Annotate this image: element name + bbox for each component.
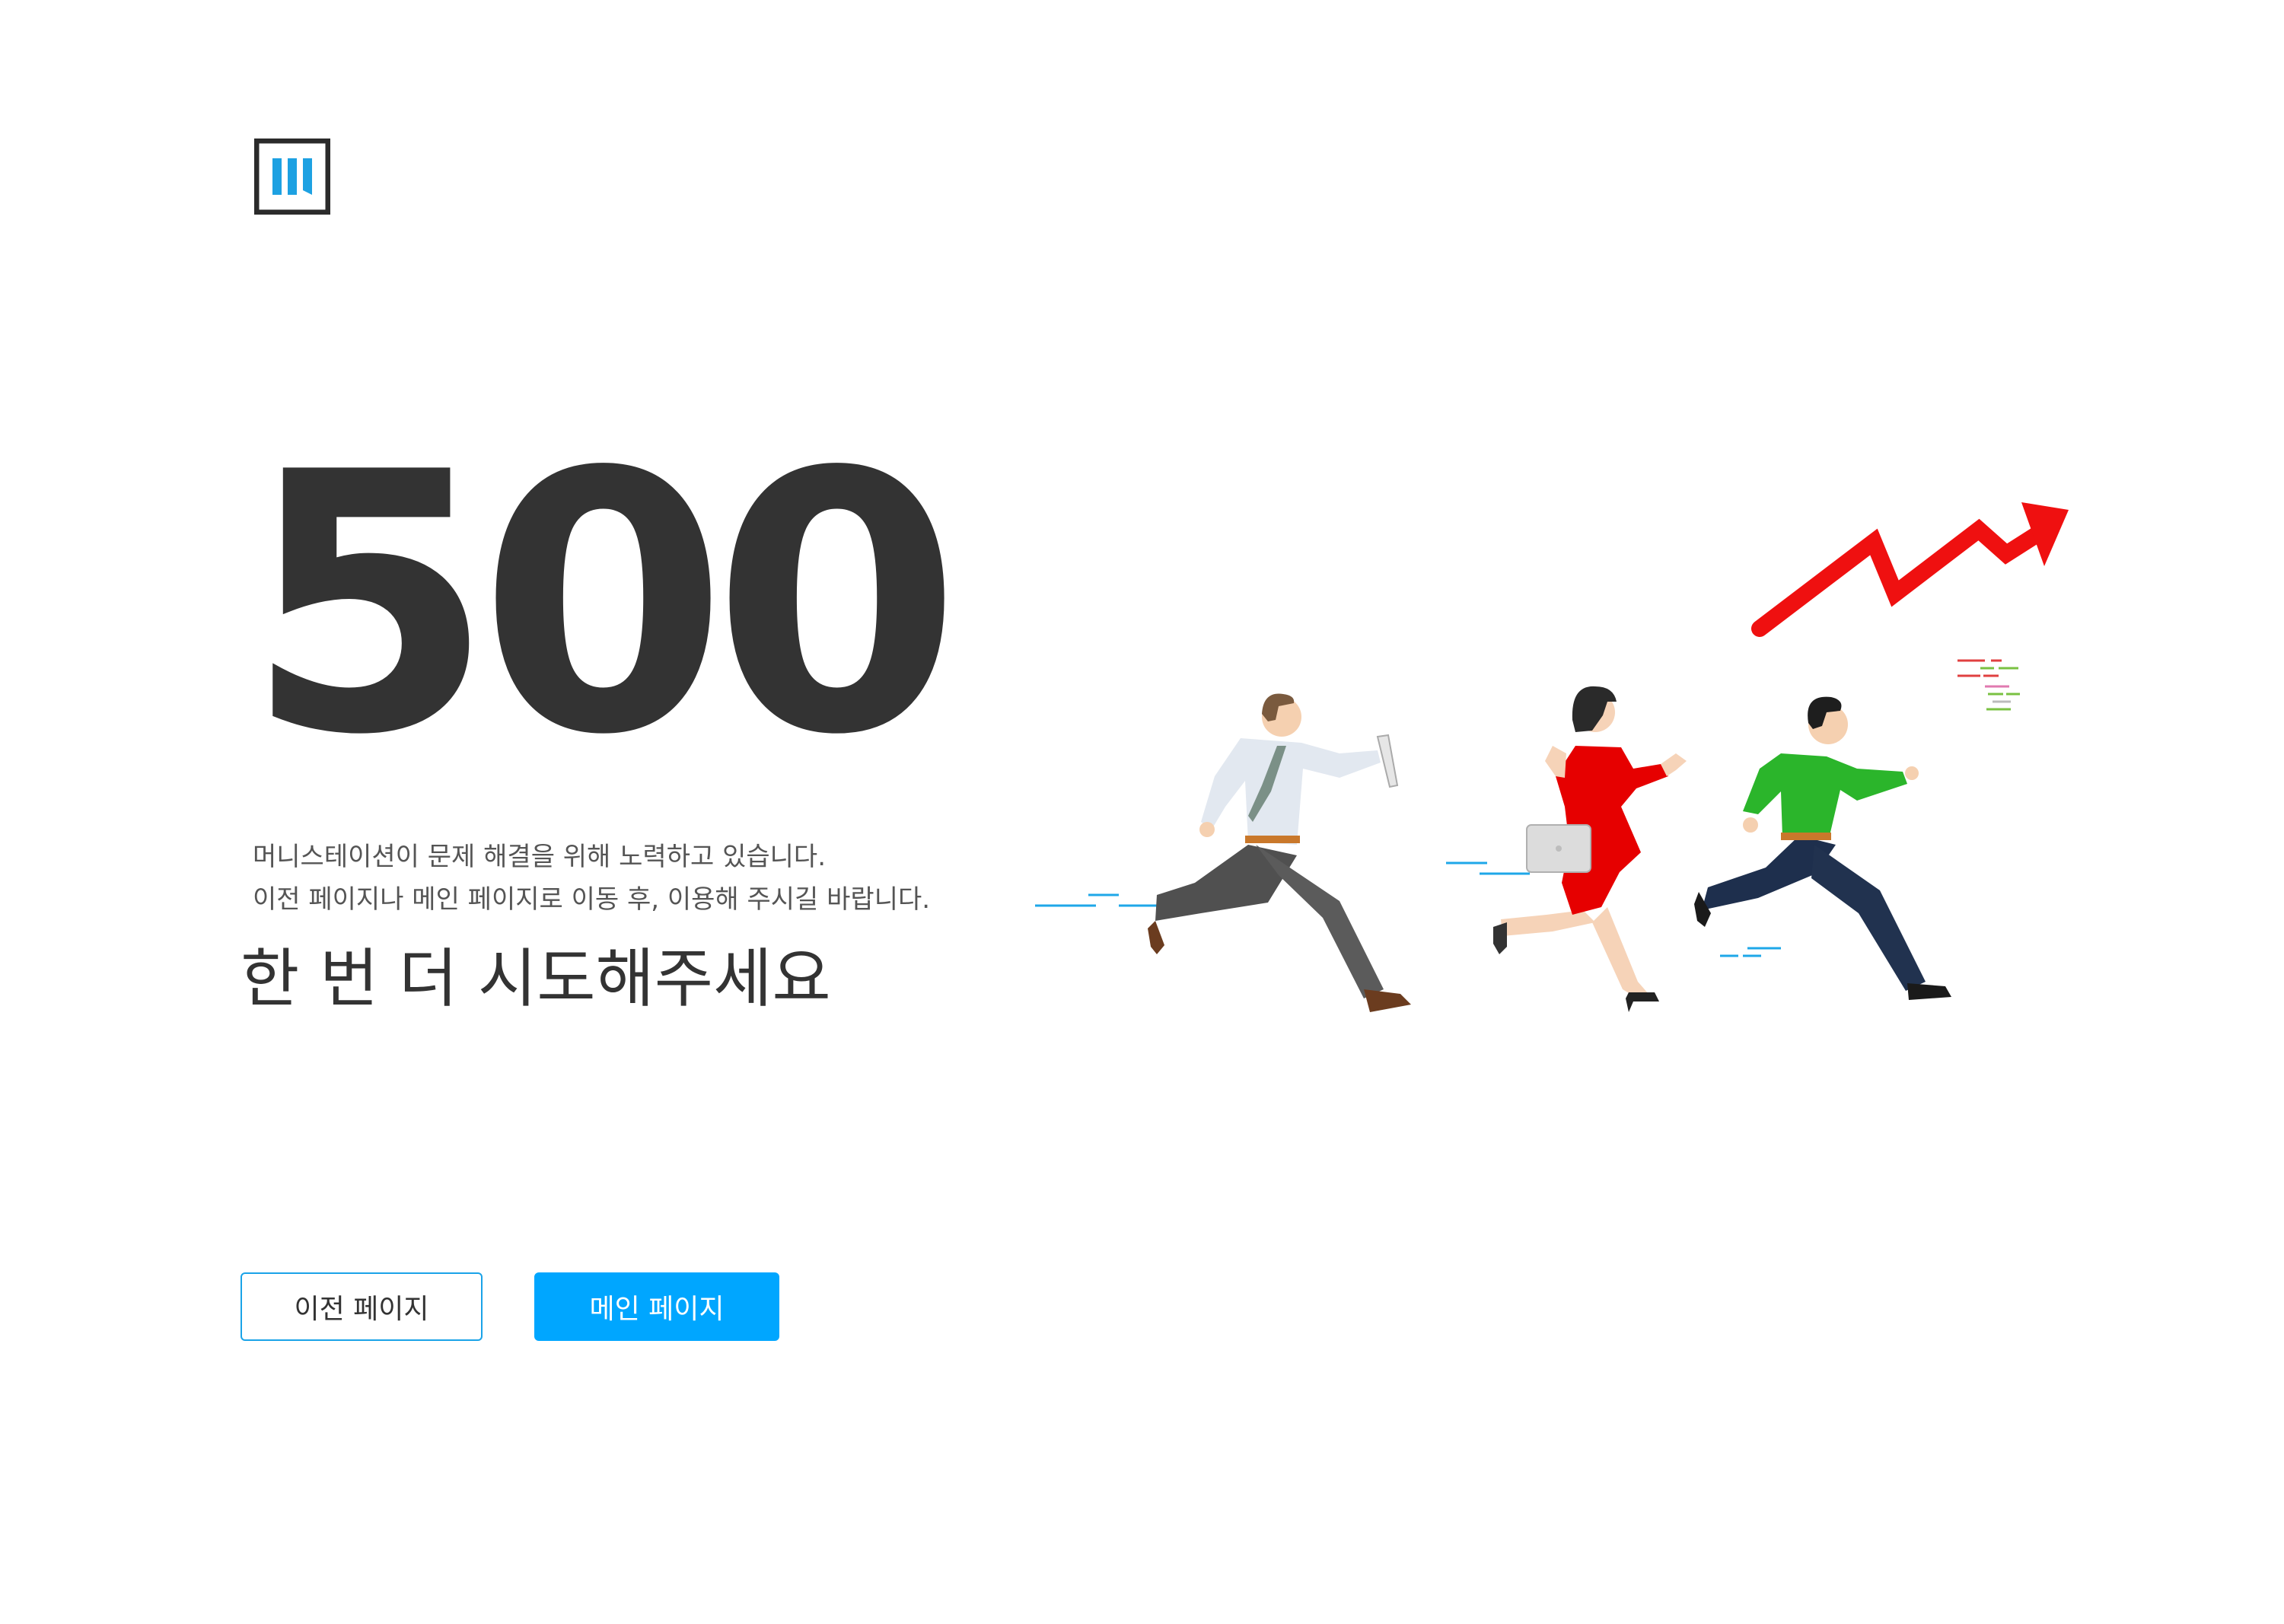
running-woman-icon [1493,686,1687,1012]
previous-page-button[interactable]: 이전 페이지 [241,1272,483,1341]
running-coder-icon [1694,696,1951,1000]
running-people-illustration [1035,502,2069,1012]
brand-logo-icon[interactable] [254,139,330,215]
code-snippet-icon [1957,659,2020,711]
retry-heading: 한 번 더 시도해주세요 [241,941,831,1016]
main-page-button[interactable]: 메인 페이지 [534,1272,779,1341]
running-man-icon [1148,693,1411,1012]
error-message-line-2: 이전 페이지나 메인 페이지로 이동 후, 이용해 주시길 바랍니다. [253,884,931,915]
error-code: 500 [245,396,961,813]
trend-up-arrow-icon [1751,502,2069,637]
error-message: 머니스테이션이 문제 해결을 위해 노력하고 있습니다. 이전 페이지나 메인 … [253,836,930,921]
error-message-line-1: 머니스테이션이 문제 해결을 위해 노력하고 있습니다. [253,842,827,872]
speed-lines [1035,861,1781,957]
